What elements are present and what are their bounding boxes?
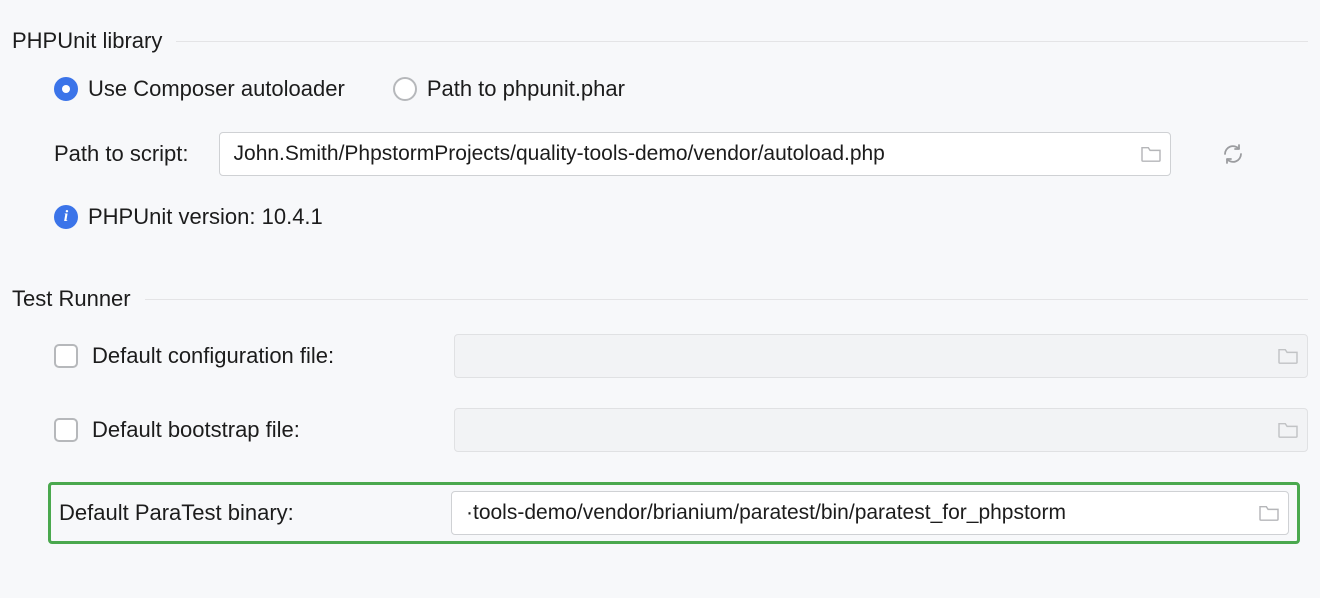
radio-icon <box>54 77 78 101</box>
radio-composer-autoloader[interactable]: Use Composer autoloader <box>54 76 345 102</box>
folder-icon[interactable] <box>1258 504 1280 522</box>
radio-phpunit-phar[interactable]: Path to phpunit.phar <box>393 76 625 102</box>
default-bootstrap-checkbox[interactable] <box>54 418 78 442</box>
default-bootstrap-input[interactable] <box>454 408 1308 452</box>
divider <box>176 41 1308 42</box>
section-label-phpunit: PHPUnit library <box>12 28 176 54</box>
path-to-script-value: John.Smith/PhpstormProjects/quality-tool… <box>234 142 1132 166</box>
default-paratest-row: Default ParaTest binary: ·tools-demo/ven… <box>48 482 1300 544</box>
default-bootstrap-label: Default bootstrap file: <box>92 417 300 443</box>
folder-icon[interactable] <box>1277 347 1299 365</box>
default-paratest-label: Default ParaTest binary: <box>59 500 294 526</box>
info-icon: i <box>54 205 78 229</box>
radio-icon <box>393 77 417 101</box>
default-config-checkbox[interactable] <box>54 344 78 368</box>
phpunit-library-radiogroup: Use Composer autoloader Path to phpunit.… <box>54 76 1308 102</box>
folder-icon[interactable] <box>1140 145 1162 163</box>
divider <box>145 299 1308 300</box>
radio-label: Path to phpunit.phar <box>427 76 625 102</box>
path-to-script-row: Path to script: John.Smith/PhpstormProje… <box>54 132 1308 176</box>
path-to-script-label: Path to script: <box>54 141 189 167</box>
radio-label: Use Composer autoloader <box>88 76 345 102</box>
phpunit-version-label: PHPUnit version: 10.4.1 <box>88 204 323 230</box>
section-label-testrunner: Test Runner <box>12 286 145 312</box>
refresh-icon[interactable] <box>1219 140 1247 168</box>
default-paratest-value: ·tools-demo/vendor/brianium/paratest/bin… <box>466 501 1250 525</box>
section-header-testrunner: Test Runner <box>12 286 1308 312</box>
section-header-phpunit: PHPUnit library <box>12 28 1308 54</box>
default-config-input[interactable] <box>454 334 1308 378</box>
folder-icon[interactable] <box>1277 421 1299 439</box>
default-config-row: Default configuration file: <box>54 334 1308 378</box>
path-to-script-input[interactable]: John.Smith/PhpstormProjects/quality-tool… <box>219 132 1171 176</box>
default-paratest-input[interactable]: ·tools-demo/vendor/brianium/paratest/bin… <box>451 491 1289 535</box>
phpunit-version-row: i PHPUnit version: 10.4.1 <box>54 204 1308 230</box>
default-bootstrap-row: Default bootstrap file: <box>54 408 1308 452</box>
default-config-label: Default configuration file: <box>92 343 334 369</box>
